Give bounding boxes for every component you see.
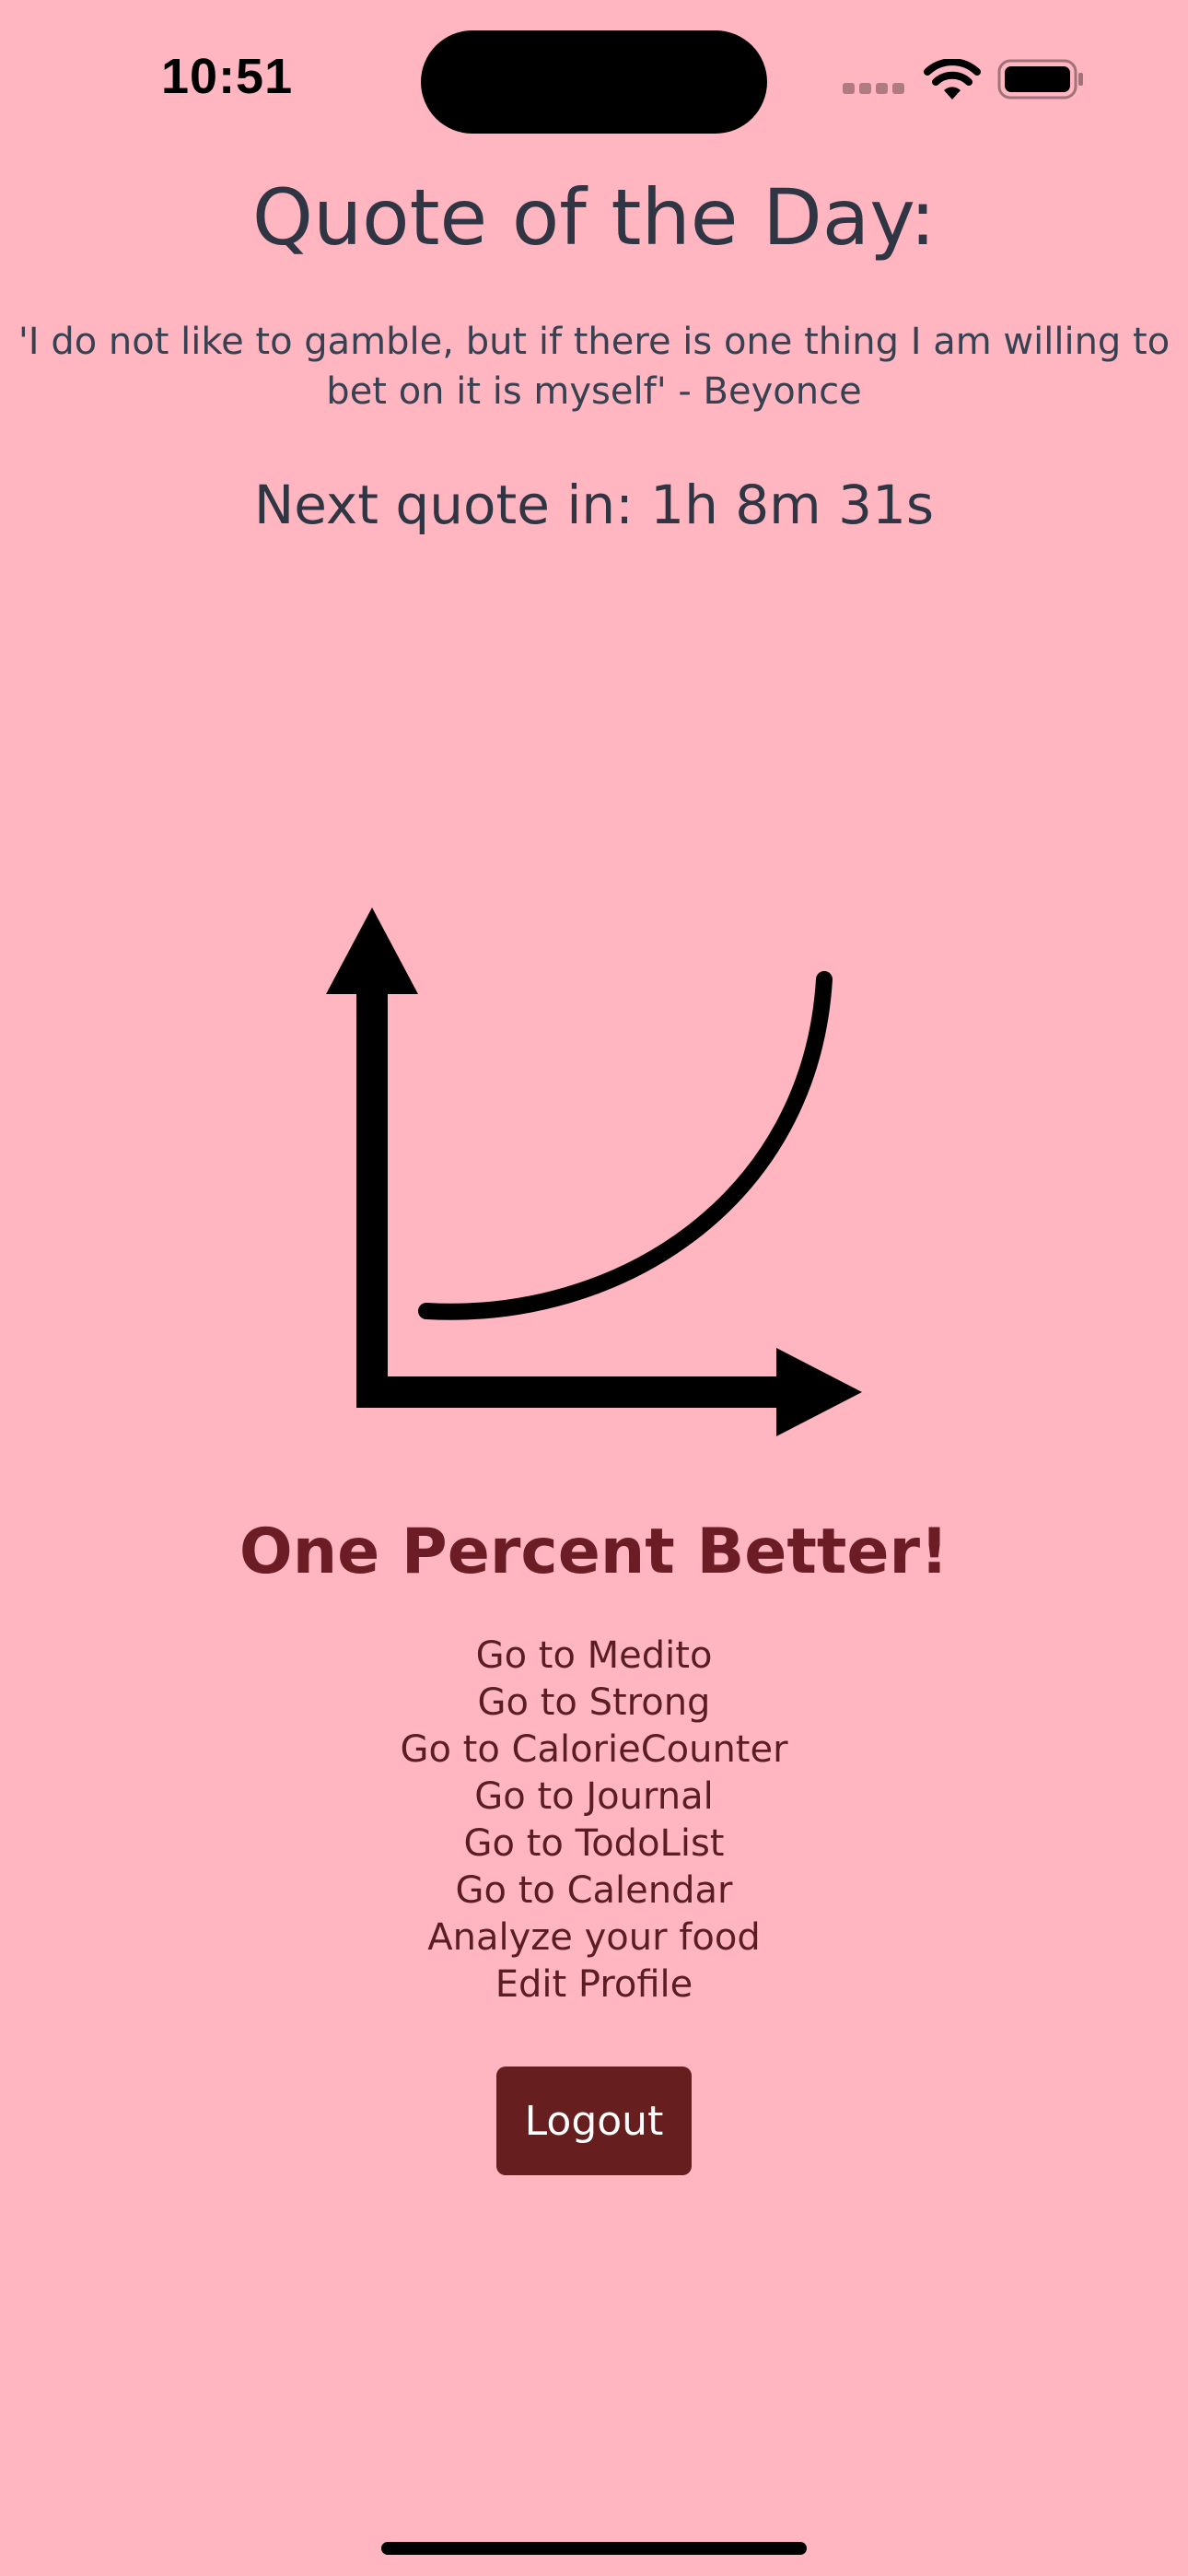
nav-link-medito[interactable]: Go to Medito: [476, 1633, 713, 1680]
dynamic-island: [421, 30, 767, 134]
exponential-growth-graph-icon: [326, 907, 862, 1436]
quote-heading: Quote of the Day:: [251, 172, 937, 263]
status-bar-time: 10:51: [161, 49, 294, 104]
logout-button[interactable]: Logout: [496, 2067, 692, 2175]
nav-link-edit-profile[interactable]: Edit Profile: [495, 1961, 693, 2008]
nav-link-journal[interactable]: Go to Journal: [474, 1774, 713, 1821]
nav-link-strong[interactable]: Go to Strong: [478, 1680, 711, 1727]
battery-icon: [997, 59, 1083, 100]
quote-text: 'I do not like to gamble, but if there i…: [17, 321, 1171, 413]
wifi-icon: [924, 59, 981, 100]
brand-title: One Percent Better!: [239, 1516, 949, 1588]
nav-link-calendar[interactable]: Go to Calendar: [456, 1868, 733, 1914]
nav-link-analyze-food[interactable]: Analyze your food: [427, 1914, 760, 1961]
cellular-signal-icon: [843, 83, 904, 94]
nav-link-calorie-counter[interactable]: Go to CalorieCounter: [400, 1727, 787, 1774]
home-indicator[interactable]: [381, 2542, 807, 2555]
app-navigation: Go to Medito Go to Strong Go to CalorieC…: [0, 1633, 1188, 2008]
nav-link-todo-list[interactable]: Go to TodoList: [464, 1821, 725, 1868]
next-quote-countdown: Next quote in: 1h 8m 31s: [253, 474, 935, 536]
